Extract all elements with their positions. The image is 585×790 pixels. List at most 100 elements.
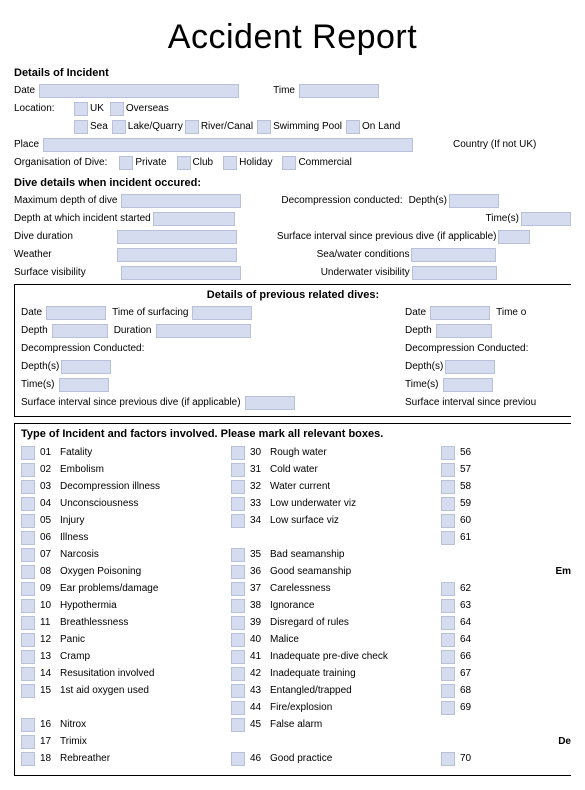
factor-num-45: 45 [250,719,268,730]
check-factor-15[interactable] [21,684,35,698]
field-time[interactable] [299,84,379,98]
check-factor-57[interactable] [441,463,455,477]
check-factor-60[interactable] [441,514,455,528]
check-factor-10[interactable] [21,599,35,613]
field-incidentdepth[interactable] [153,212,235,226]
field-prev-depth[interactable] [52,324,108,338]
check-factor-44[interactable] [231,701,245,715]
check-factor-32[interactable] [231,480,245,494]
field-maxdepth[interactable] [121,194,241,208]
factor-text-34: Low surface viz [270,515,339,526]
field-prev2-date[interactable] [430,306,490,320]
check-factor-67[interactable] [441,667,455,681]
check-factor-61[interactable] [441,531,455,545]
check-factor-69[interactable] [441,701,455,715]
check-factor-59[interactable] [441,497,455,511]
factor-text-46: Good practice [270,753,332,764]
check-factor-17[interactable] [21,735,35,749]
check-onland[interactable] [346,120,360,134]
field-prev2-times[interactable] [443,378,493,392]
check-factor-03[interactable] [21,480,35,494]
check-factor-34[interactable] [231,514,245,528]
check-factor-46[interactable] [231,752,245,766]
factor-num-33: 33 [250,498,268,509]
check-factor-13[interactable] [21,650,35,664]
field-prev-depths[interactable] [61,360,111,374]
label-lakequarry: Lake/Quarry [128,121,183,132]
check-factor-33[interactable] [231,497,245,511]
label-surfaceinterval: Surface interval since previous dive (if… [277,231,497,242]
check-factor-62[interactable] [441,582,455,596]
check-factor-56[interactable] [441,446,455,460]
check-factor-12[interactable] [21,633,35,647]
field-date[interactable] [39,84,239,98]
field-underwatervis[interactable] [412,266,497,280]
check-factor-64[interactable] [441,633,455,647]
field-prev2-depths[interactable] [445,360,495,374]
label-uk: UK [90,103,104,114]
check-factor-70[interactable] [441,752,455,766]
factor-num-32: 32 [250,481,268,492]
check-factor-36[interactable] [231,565,245,579]
check-sea[interactable] [74,120,88,134]
check-factor-42[interactable] [231,667,245,681]
field-prev-times[interactable] [59,378,109,392]
check-factor-66[interactable] [441,650,455,664]
check-factor-11[interactable] [21,616,35,630]
check-factor-02[interactable] [21,463,35,477]
check-factor-30[interactable] [231,446,245,460]
field-prev2-depth[interactable] [436,324,492,338]
check-factor-63[interactable] [441,599,455,613]
factor-text-31: Cold water [270,464,318,475]
check-holiday[interactable] [223,156,237,170]
label-onland: On Land [362,121,400,132]
check-factor-43[interactable] [231,684,245,698]
check-factor-14[interactable] [21,667,35,681]
check-club[interactable] [177,156,191,170]
check-factor-35[interactable] [231,548,245,562]
check-factor-58[interactable] [441,480,455,494]
check-lakequarry[interactable] [112,120,126,134]
check-factor-01[interactable] [21,446,35,460]
check-private[interactable] [119,156,133,170]
check-factor-06[interactable] [21,531,35,545]
field-seawater[interactable] [411,248,496,262]
check-factor-05[interactable] [21,514,35,528]
field-timesurf[interactable] [192,306,252,320]
check-factor-31[interactable] [231,463,245,477]
check-overseas[interactable] [110,102,124,116]
check-factor-39[interactable] [231,616,245,630]
factor-num-44: 44 [250,702,268,713]
field-times[interactable] [521,212,571,226]
factor-text-42: Inadequate training [270,668,356,679]
field-surfacevis[interactable] [121,266,241,280]
factor-text-35: Bad seamanship [270,549,345,560]
check-factor-64[interactable] [441,616,455,630]
check-factor-04[interactable] [21,497,35,511]
check-uk[interactable] [74,102,88,116]
factor-num-08: 08 [40,566,58,577]
check-swimming[interactable] [257,120,271,134]
field-depths[interactable] [449,194,499,208]
check-factor-16[interactable] [21,718,35,732]
check-factor-68[interactable] [441,684,455,698]
check-factor-07[interactable] [21,548,35,562]
check-factor-08[interactable] [21,565,35,579]
factor-num-17: 17 [40,736,58,747]
field-surfaceinterval[interactable] [498,230,530,244]
field-prev-date[interactable] [46,306,106,320]
field-weather[interactable] [117,248,237,262]
field-surfaceinterval2[interactable] [245,396,295,410]
field-duration[interactable] [156,324,251,338]
check-factor-40[interactable] [231,633,245,647]
check-factor-09[interactable] [21,582,35,596]
check-factor-41[interactable] [231,650,245,664]
check-factor-18[interactable] [21,752,35,766]
check-factor-37[interactable] [231,582,245,596]
field-place[interactable] [43,138,413,152]
check-rivercanal[interactable] [185,120,199,134]
check-factor-45[interactable] [231,718,245,732]
check-commercial[interactable] [282,156,296,170]
check-factor-38[interactable] [231,599,245,613]
field-diveduration[interactable] [117,230,237,244]
